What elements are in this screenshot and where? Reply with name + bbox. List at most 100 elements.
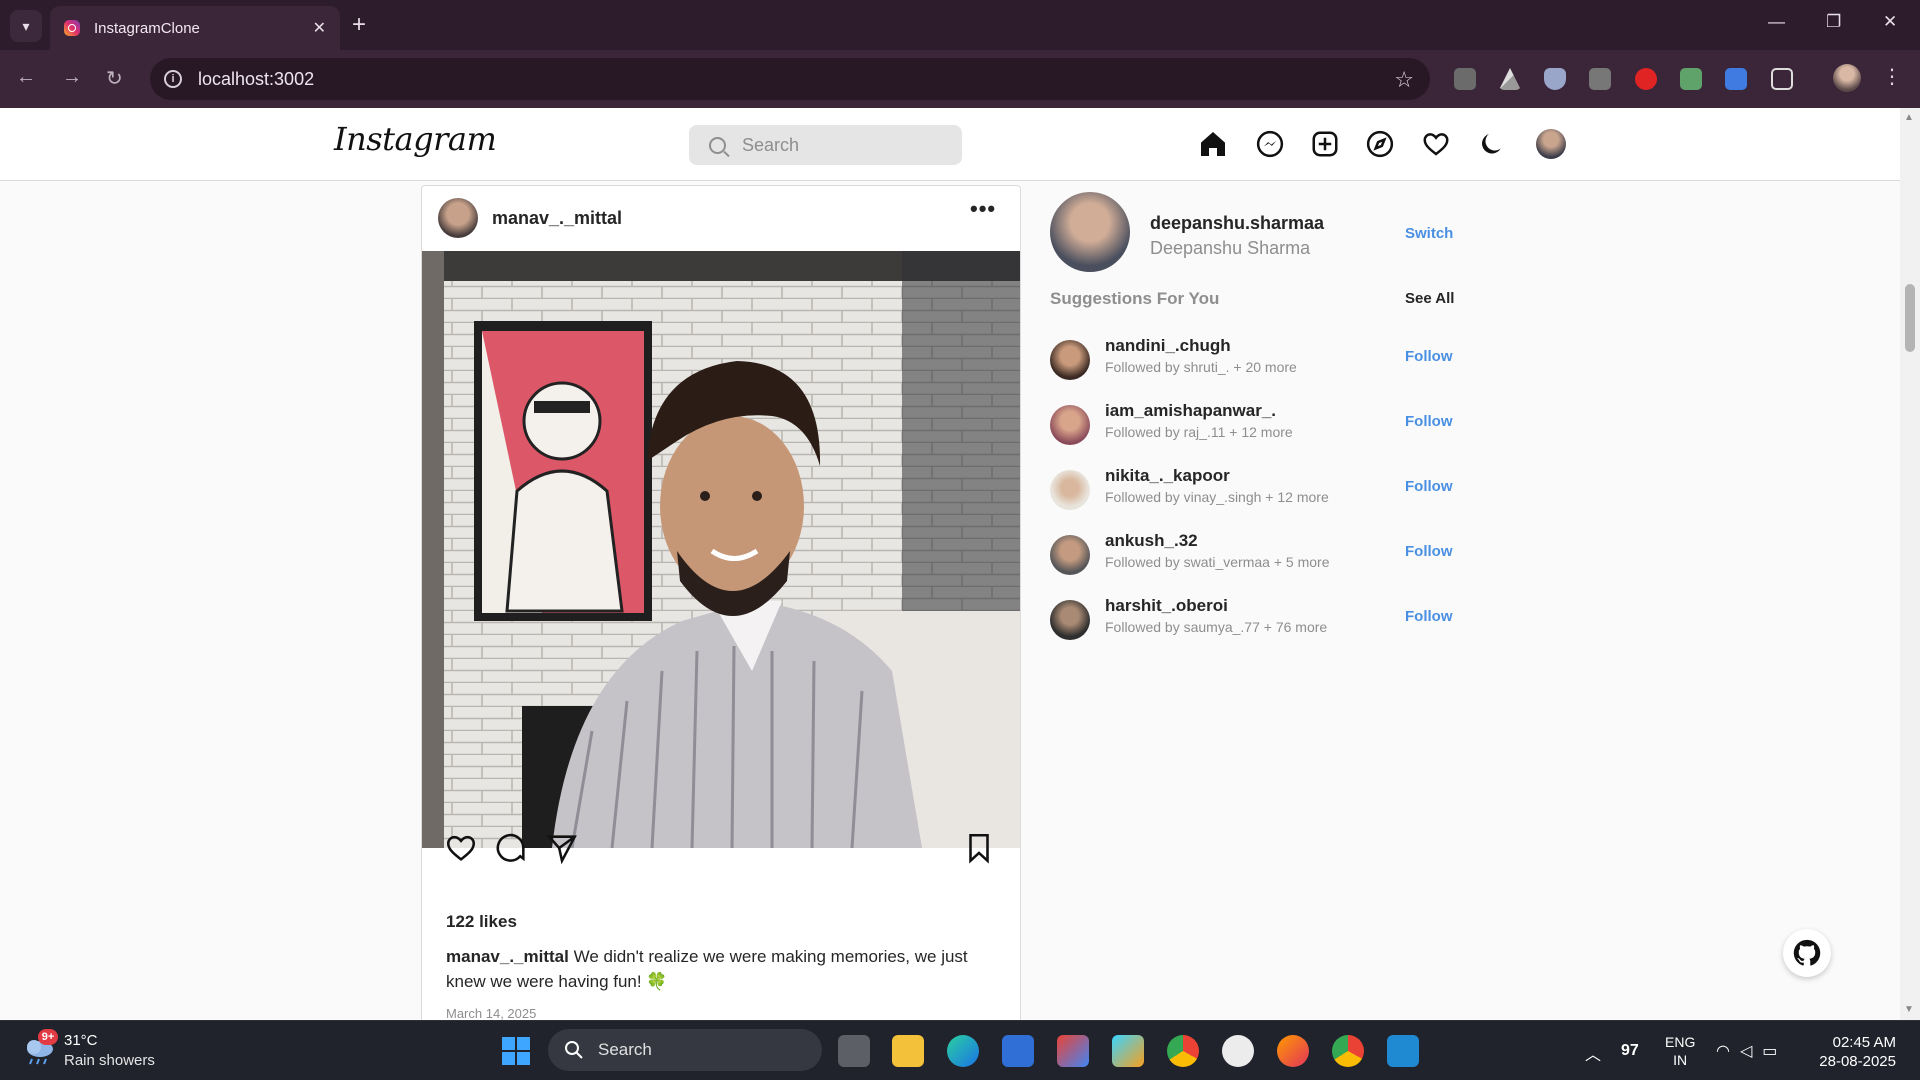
close-window-button[interactable]: ✕: [1883, 12, 1897, 32]
suggestion-username[interactable]: iam_amishapanwar_.: [1105, 401, 1276, 421]
url-text: localhost:3002: [198, 68, 315, 89]
address-bar[interactable]: i localhost:3002 ☆: [150, 58, 1430, 100]
comment-icon[interactable]: [495, 831, 529, 870]
new-post-icon[interactable]: [1307, 126, 1343, 162]
file-explorer-icon[interactable]: [892, 1035, 924, 1067]
switch-account-button[interactable]: Switch: [1405, 225, 1453, 242]
extension-1-icon[interactable]: [1454, 68, 1476, 90]
chrome-icon[interactable]: [1167, 1035, 1199, 1067]
show-hidden-icons-chevron-icon[interactable]: ︿: [1585, 1041, 1601, 1065]
caption-username[interactable]: manav_._mittal: [446, 947, 569, 966]
back-button[interactable]: ←: [16, 66, 36, 89]
screen: ▾ InstagramClone ✕ + — ❐ ✕ ← → ↻ i local…: [0, 0, 1920, 1080]
suggestion-avatar[interactable]: [1050, 535, 1090, 575]
gmail-icon[interactable]: [1057, 1035, 1089, 1067]
post-author-avatar[interactable]: [438, 198, 478, 238]
microsoft-store-icon[interactable]: [1002, 1035, 1034, 1067]
current-user-avatar[interactable]: [1050, 192, 1130, 272]
follow-button[interactable]: Follow: [1405, 413, 1453, 430]
language-indicator[interactable]: ENG IN: [1665, 1033, 1695, 1069]
restore-button[interactable]: ❐: [1826, 12, 1841, 32]
home-icon[interactable]: [1195, 126, 1231, 162]
instagram-logo[interactable]: Instagram: [334, 120, 497, 158]
post-photo[interactable]: [422, 251, 1020, 848]
header-profile-avatar[interactable]: [1536, 129, 1566, 159]
suggestion-avatar[interactable]: [1050, 340, 1090, 380]
follow-button[interactable]: Follow: [1405, 608, 1453, 625]
suggestion-avatar[interactable]: [1050, 470, 1090, 510]
language-code: ENG: [1665, 1034, 1696, 1050]
green-extension-icon[interactable]: [1680, 68, 1702, 90]
system-clock[interactable]: 02:45 AM 28-08-2025: [1812, 1033, 1896, 1071]
vscode-icon[interactable]: [1387, 1035, 1419, 1067]
system-tray-icons[interactable]: ◠◁▭: [1716, 1041, 1787, 1061]
more-options-icon[interactable]: •••: [970, 196, 996, 222]
search-input[interactable]: Search: [689, 125, 962, 165]
scroll-up-arrow-icon[interactable]: ▲: [1904, 112, 1914, 123]
suggestion-username[interactable]: harshit_.oberoi: [1105, 596, 1228, 616]
new-tab-button[interactable]: +: [352, 12, 366, 38]
drive-extension-icon[interactable]: [1499, 68, 1521, 90]
extensions-puzzle-icon[interactable]: [1771, 68, 1793, 90]
save-bookmark-icon[interactable]: [962, 831, 996, 870]
volume-icon[interactable]: ◁: [1740, 1043, 1762, 1060]
suggestion-avatar[interactable]: [1050, 405, 1090, 445]
current-user-fullname: Deepanshu Sharma: [1150, 238, 1311, 258]
suggestion-username[interactable]: nandini_.chugh: [1105, 336, 1231, 356]
follow-button[interactable]: Follow: [1405, 478, 1453, 495]
instagram-favicon-icon: [64, 20, 80, 36]
explore-icon[interactable]: [1362, 126, 1398, 162]
extension-4-icon[interactable]: [1589, 68, 1611, 90]
tab-search-button[interactable]: ▾: [10, 10, 42, 42]
suggestion-item: iam_amishapanwar_. Followed by raj_.11 +…: [1050, 401, 1455, 449]
suggestion-avatar[interactable]: [1050, 600, 1090, 640]
bookmark-star-icon[interactable]: ☆: [1394, 67, 1414, 93]
minimize-button[interactable]: —: [1768, 12, 1785, 32]
edge-browser-icon[interactable]: [947, 1035, 979, 1067]
region-code: IN: [1673, 1052, 1688, 1068]
browser-menu-icon[interactable]: ⋮: [1882, 64, 1902, 89]
browser-profile-avatar[interactable]: [1833, 64, 1861, 92]
browser-tab[interactable]: InstagramClone ✕: [50, 6, 340, 50]
taskbar-search-icon: [565, 1041, 583, 1059]
wifi-icon[interactable]: ◠: [1716, 1043, 1740, 1060]
see-all-button[interactable]: See All: [1405, 290, 1454, 307]
tab-close-icon[interactable]: ✕: [313, 18, 326, 38]
current-user-username[interactable]: deepanshu.sharmaa: [1150, 213, 1324, 234]
activity-heart-icon[interactable]: [1418, 126, 1454, 162]
scroll-down-arrow-icon[interactable]: ▼: [1904, 1004, 1914, 1015]
tray-indicator-value[interactable]: 97: [1621, 1042, 1639, 1060]
forward-button[interactable]: →: [62, 66, 82, 89]
firefox-icon[interactable]: [1277, 1035, 1309, 1067]
weather-description[interactable]: Rain showers: [64, 1052, 155, 1069]
chatgpt-icon[interactable]: [1222, 1035, 1254, 1067]
github-icon[interactable]: [1783, 929, 1831, 977]
chrome-active-icon[interactable]: [1332, 1035, 1364, 1067]
copilot-icon[interactable]: [1112, 1035, 1144, 1067]
suggestion-username[interactable]: nikita_._kapoor: [1105, 466, 1230, 486]
battery-icon[interactable]: ▭: [1762, 1043, 1787, 1060]
taskbar-search-box[interactable]: Search: [548, 1029, 822, 1071]
follow-button[interactable]: Follow: [1405, 348, 1453, 365]
dark-mode-moon-icon[interactable]: [1474, 126, 1510, 162]
share-send-icon[interactable]: [545, 831, 579, 870]
blue-extension-icon[interactable]: [1725, 68, 1747, 90]
reload-button[interactable]: ↻: [106, 66, 123, 91]
messenger-icon[interactable]: [1252, 126, 1288, 162]
red-extension-icon[interactable]: [1635, 68, 1657, 90]
post-author-username[interactable]: manav_._mittal: [492, 208, 622, 229]
follow-button[interactable]: Follow: [1405, 543, 1453, 560]
page-viewport: Instagram Search manav_._mittal ••• 122 …: [0, 108, 1900, 1020]
like-heart-icon[interactable]: [444, 831, 478, 870]
windows-start-icon[interactable]: [502, 1037, 530, 1065]
site-info-icon[interactable]: i: [164, 70, 182, 88]
page-scrollbar[interactable]: ▲ ▼: [1900, 108, 1920, 1020]
temperature[interactable]: 31°C: [64, 1032, 98, 1049]
shield-extension-icon[interactable]: [1544, 68, 1566, 90]
task-view-icon[interactable]: [838, 1035, 870, 1067]
suggestion-username[interactable]: ankush_.32: [1105, 531, 1198, 551]
scroll-thumb[interactable]: [1905, 284, 1915, 352]
like-count[interactable]: 122 likes: [446, 912, 517, 932]
suggestion-followed-by: Followed by swati_vermaa + 5 more: [1105, 554, 1330, 570]
search-placeholder: Search: [742, 134, 800, 155]
